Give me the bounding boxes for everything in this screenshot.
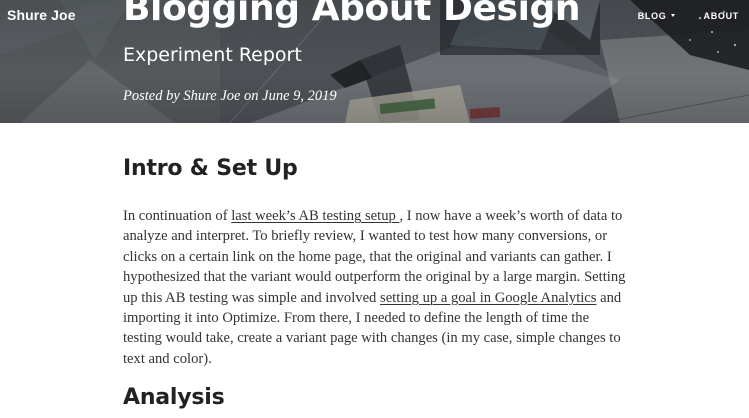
link-google-analytics-goal[interactable]: setting up a goal in Google Analytics	[380, 290, 596, 306]
intro-paragraph: In continuation of last week’s AB testin…	[123, 206, 628, 369]
post-title: Blogging About Design	[123, 0, 581, 29]
post-subtitle: Experiment Report	[123, 44, 302, 66]
nav-item-blog[interactable]: BLOG	[638, 11, 675, 21]
site-brand-link[interactable]: Shure Joe	[7, 7, 76, 23]
section-heading-intro: Intro & Set Up	[123, 156, 298, 181]
intro-text-1: In continuation of	[123, 208, 232, 224]
link-ab-testing-setup[interactable]: last week’s AB testing setup	[231, 208, 399, 224]
top-nav: BLOG ABOUT	[638, 11, 739, 21]
chevron-down-icon	[670, 13, 675, 17]
nav-about-label: ABOUT	[703, 11, 739, 21]
nav-item-about[interactable]: ABOUT	[704, 11, 740, 21]
post-meta: Posted by Shure Joe on June 9, 2019	[123, 88, 337, 104]
nav-blog-label: BLOG	[637, 11, 667, 21]
section-heading-analysis: Analysis	[123, 385, 225, 410]
header-hero: Shure Joe BLOG ABOUT Blogging About Desi…	[0, 0, 749, 123]
